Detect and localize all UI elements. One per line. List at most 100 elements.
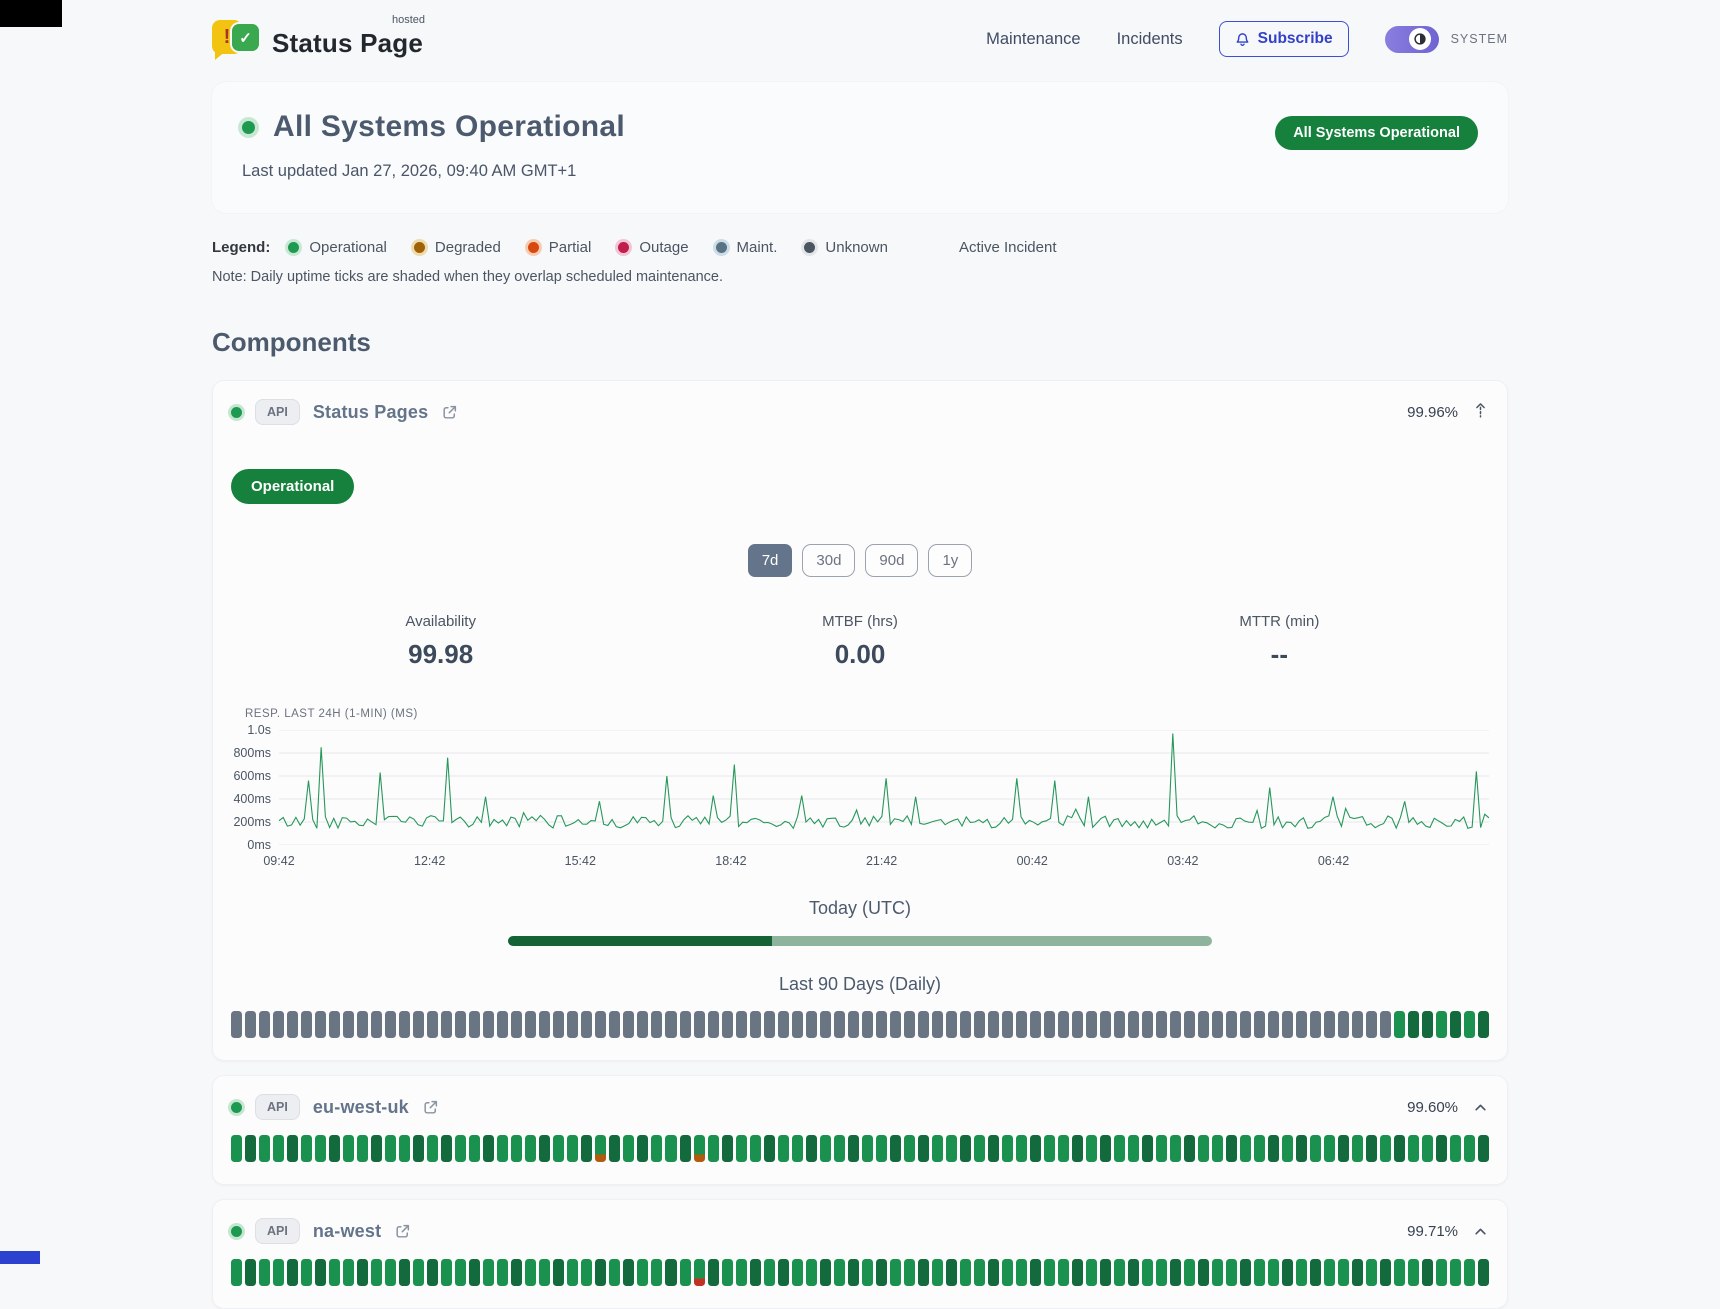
uptime-tick[interactable] — [1058, 1259, 1069, 1286]
uptime-tick[interactable] — [1310, 1011, 1321, 1038]
uptime-tick[interactable] — [595, 1011, 606, 1038]
uptime-tick[interactable] — [1436, 1011, 1447, 1038]
uptime-tick[interactable] — [1156, 1259, 1167, 1286]
uptime-tick[interactable] — [539, 1011, 550, 1038]
uptime-tick[interactable] — [1226, 1135, 1237, 1162]
uptime-tick[interactable] — [525, 1135, 536, 1162]
uptime-tick[interactable] — [1338, 1135, 1349, 1162]
uptime-tick[interactable] — [1100, 1011, 1111, 1038]
uptime-tick[interactable] — [834, 1259, 845, 1286]
uptime-tick[interactable] — [567, 1011, 578, 1038]
uptime-tick[interactable] — [1044, 1135, 1055, 1162]
uptime-tick[interactable] — [750, 1011, 761, 1038]
uptime-tick[interactable] — [287, 1011, 298, 1038]
uptime-tick[interactable] — [932, 1259, 943, 1286]
uptime-tick[interactable] — [315, 1135, 326, 1162]
uptime-tick[interactable] — [539, 1135, 550, 1162]
uptime-tick[interactable] — [1422, 1259, 1433, 1286]
uptime-tick[interactable] — [1212, 1259, 1223, 1286]
uptime-tick[interactable] — [960, 1011, 971, 1038]
uptime-tick[interactable] — [511, 1259, 522, 1286]
uptime-tick[interactable] — [806, 1011, 817, 1038]
uptime-tick[interactable] — [1450, 1011, 1461, 1038]
uptime-tick[interactable] — [301, 1011, 312, 1038]
uptime-tick[interactable] — [1352, 1011, 1363, 1038]
uptime-tick[interactable] — [1338, 1259, 1349, 1286]
range-button-30d[interactable]: 30d — [802, 544, 855, 577]
range-button-90d[interactable]: 90d — [865, 544, 918, 577]
uptime-tick[interactable] — [722, 1135, 733, 1162]
uptime-tick[interactable] — [1030, 1135, 1041, 1162]
uptime-tick[interactable] — [778, 1011, 789, 1038]
uptime-tick[interactable] — [553, 1259, 564, 1286]
uptime-tick[interactable] — [1464, 1135, 1475, 1162]
uptime-tick[interactable] — [1128, 1259, 1139, 1286]
uptime-tick[interactable] — [483, 1135, 494, 1162]
expand-button[interactable] — [1472, 1222, 1489, 1241]
uptime-tick[interactable] — [259, 1135, 270, 1162]
uptime-tick[interactable] — [862, 1259, 873, 1286]
uptime-tick[interactable] — [1212, 1011, 1223, 1038]
uptime-tick[interactable] — [918, 1011, 929, 1038]
uptime-tick[interactable] — [988, 1135, 999, 1162]
uptime-tick[interactable] — [595, 1135, 606, 1162]
uptime-tick[interactable] — [1114, 1011, 1125, 1038]
uptime-tick[interactable] — [539, 1259, 550, 1286]
uptime-tick[interactable] — [1296, 1011, 1307, 1038]
uptime-tick[interactable] — [245, 1259, 256, 1286]
uptime-tick[interactable] — [609, 1259, 620, 1286]
uptime-tick[interactable] — [1002, 1011, 1013, 1038]
uptime-tick[interactable] — [1016, 1259, 1027, 1286]
uptime-tick[interactable] — [1002, 1135, 1013, 1162]
nav-item-maintenance[interactable]: Maintenance — [986, 30, 1080, 49]
uptime-tick[interactable] — [441, 1135, 452, 1162]
uptime-tick[interactable] — [1128, 1135, 1139, 1162]
uptime-tick[interactable] — [231, 1011, 242, 1038]
uptime-tick[interactable] — [371, 1259, 382, 1286]
uptime-tick[interactable] — [1240, 1259, 1251, 1286]
uptime-tick[interactable] — [1198, 1135, 1209, 1162]
uptime-tick[interactable] — [1184, 1259, 1195, 1286]
uptime-tick[interactable] — [1408, 1259, 1419, 1286]
uptime-tick[interactable] — [259, 1259, 270, 1286]
uptime-tick[interactable] — [1352, 1135, 1363, 1162]
external-link-icon[interactable] — [422, 1099, 439, 1116]
uptime-tick[interactable] — [1254, 1135, 1265, 1162]
uptime-tick[interactable] — [567, 1135, 578, 1162]
uptime-tick[interactable] — [1142, 1259, 1153, 1286]
uptime-tick[interactable] — [651, 1011, 662, 1038]
uptime-tick[interactable] — [1310, 1135, 1321, 1162]
uptime-tick[interactable] — [665, 1135, 676, 1162]
uptime-tick[interactable] — [904, 1011, 915, 1038]
uptime-tick[interactable] — [1310, 1259, 1321, 1286]
uptime-tick[interactable] — [441, 1259, 452, 1286]
uptime-tick[interactable] — [1114, 1135, 1125, 1162]
uptime-tick[interactable] — [469, 1259, 480, 1286]
uptime-tick[interactable] — [1156, 1011, 1167, 1038]
uptime-tick[interactable] — [595, 1259, 606, 1286]
uptime-tick[interactable] — [974, 1259, 985, 1286]
uptime-tick[interactable] — [1352, 1259, 1363, 1286]
uptime-tick[interactable] — [960, 1135, 971, 1162]
uptime-tick[interactable] — [946, 1135, 957, 1162]
uptime-tick[interactable] — [848, 1011, 859, 1038]
uptime-tick[interactable] — [1184, 1135, 1195, 1162]
uptime-tick[interactable] — [455, 1135, 466, 1162]
uptime-tick[interactable] — [245, 1135, 256, 1162]
uptime-tick[interactable] — [651, 1259, 662, 1286]
uptime-tick[interactable] — [497, 1011, 508, 1038]
nav-item-incidents[interactable]: Incidents — [1117, 30, 1183, 49]
uptime-tick[interactable] — [1324, 1011, 1335, 1038]
uptime-tick[interactable] — [399, 1011, 410, 1038]
uptime-tick[interactable] — [259, 1011, 270, 1038]
uptime-tick[interactable] — [848, 1259, 859, 1286]
uptime-tick[interactable] — [820, 1259, 831, 1286]
uptime-tick[interactable] — [413, 1011, 424, 1038]
uptime-tick[interactable] — [862, 1135, 873, 1162]
uptime-tick[interactable] — [792, 1259, 803, 1286]
uptime-tick[interactable] — [385, 1135, 396, 1162]
uptime-tick[interactable] — [623, 1259, 634, 1286]
uptime-tick[interactable] — [764, 1011, 775, 1038]
uptime-tick[interactable] — [273, 1259, 284, 1286]
uptime-tick[interactable] — [708, 1259, 719, 1286]
